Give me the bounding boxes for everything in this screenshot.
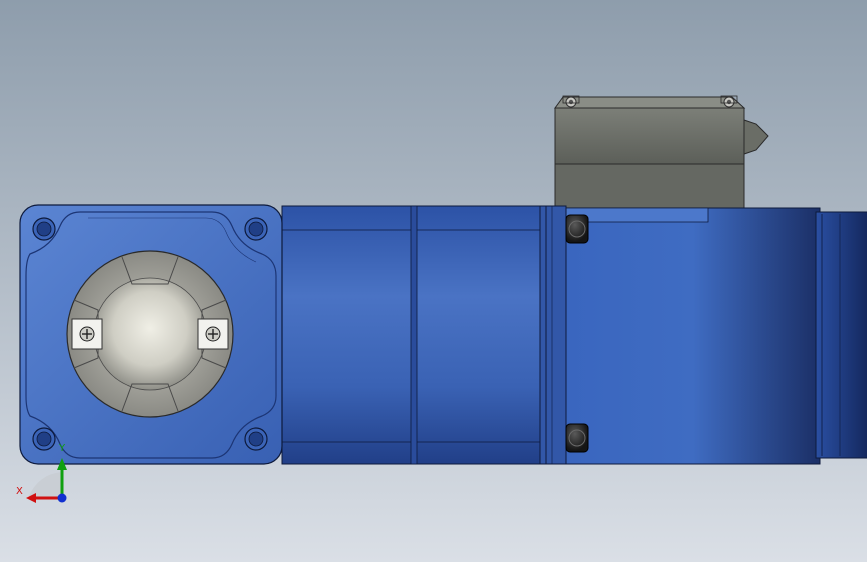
terminal-box[interactable] [554,95,769,209]
flange-hole-bottom-right [244,427,268,451]
axis-x-label: X [16,486,23,497]
motor-end-cap[interactable] [815,211,867,459]
motor-bolt-bottom [565,423,589,453]
gear-motor-model[interactable] [0,0,867,562]
terminal-box-screw-right [723,96,735,108]
shaft-screw-left [71,318,103,350]
motor-bolt-top [565,214,589,244]
flange-hole-bottom-left [32,427,56,451]
flange-hole-top-left [32,217,56,241]
shaft-screw-right [197,318,229,350]
cad-3d-viewport[interactable]: X Y [0,0,867,562]
gear-housing[interactable] [281,205,567,465]
terminal-box-screw-left [565,96,577,108]
axis-y-label: Y [59,443,66,454]
coordinate-triad[interactable] [26,458,67,503]
shaft-cover[interactable] [66,250,234,418]
motor-body[interactable] [565,207,821,465]
flange-hole-top-right [244,217,268,241]
z-axis-origin-icon [57,493,67,503]
